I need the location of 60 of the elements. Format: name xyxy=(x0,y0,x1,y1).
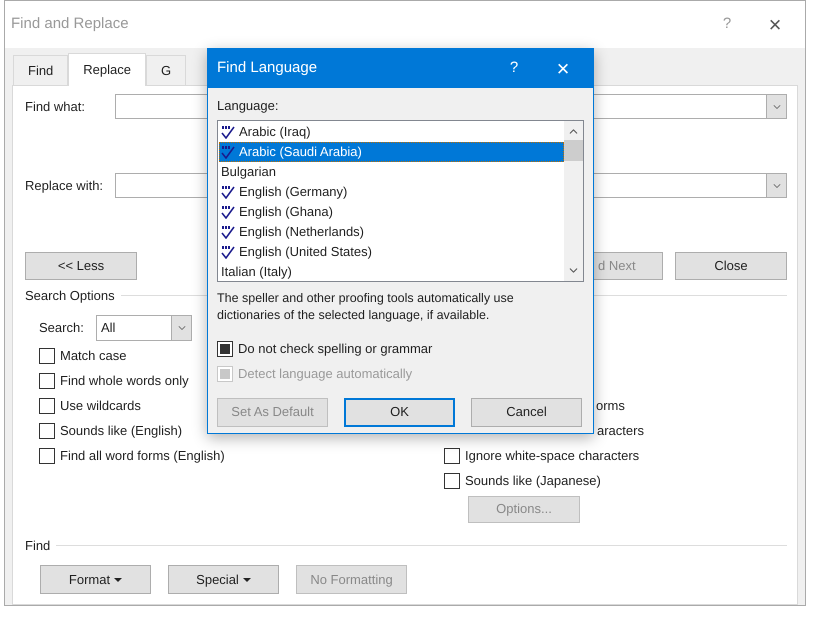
section-heading: Find xyxy=(25,536,50,554)
language-item[interactable]: Bulgarian xyxy=(219,162,564,182)
dialog-button[interactable]: Cancel xyxy=(471,398,582,426)
language-item[interactable]: Italian (Italy) xyxy=(219,262,564,282)
tab[interactable]: Replace xyxy=(68,53,146,86)
checkbox-label: Ignore white-space characters xyxy=(465,447,640,466)
spellcheck-icon xyxy=(221,184,236,198)
close-button[interactable]: × xyxy=(543,52,583,85)
search-select[interactable]: All xyxy=(96,314,192,340)
language-item[interactable]: Arabic (Iraq) xyxy=(219,122,564,142)
checkbox[interactable] xyxy=(39,373,55,389)
checkbox[interactable] xyxy=(39,398,55,414)
spellcheck-icon xyxy=(221,224,236,238)
language-list[interactable]: Arabic (Iraq) Arabic (Saudi Arabia) Bulgarian English (Germany) English (Ghana) English (Netherlands) English (United States) Italian (Italy) xyxy=(217,120,584,282)
checkbox-label: Sounds like (Japanese) xyxy=(465,472,601,490)
language-item[interactable]: Arabic (Saudi Arabia) xyxy=(219,142,564,162)
window-title: Find and Replace xyxy=(11,14,129,34)
note-text: The speller and other proofing tools automatically use dictionaries of the selected language, if available. xyxy=(217,290,515,324)
checkbox-label: Find all word forms (English) xyxy=(60,447,225,466)
caret-icon xyxy=(114,578,122,582)
checkbox[interactable] xyxy=(39,423,55,439)
checkbox[interactable] xyxy=(217,340,233,356)
field-label: Replace with: xyxy=(25,176,104,195)
scroll-thumb[interactable] xyxy=(564,140,583,160)
checkbox[interactable] xyxy=(444,473,460,489)
close-button[interactable]: × xyxy=(750,8,800,41)
language-item[interactable]: English (Germany) xyxy=(219,182,564,202)
list-label: Language: xyxy=(217,97,280,115)
help-button[interactable]: ? xyxy=(499,57,529,80)
spellcheck-icon xyxy=(221,244,236,258)
tab[interactable]: Find xyxy=(13,55,68,85)
field-label: Search: xyxy=(39,318,85,337)
format-menu-button[interactable]: Format xyxy=(40,565,151,594)
checkbox[interactable] xyxy=(39,348,55,364)
language-item[interactable]: English (Netherlands) xyxy=(219,222,564,242)
checkbox[interactable] xyxy=(444,448,460,464)
caret-icon xyxy=(242,578,251,582)
dialog-title: Find Language xyxy=(217,58,318,78)
less-button[interactable]: << Less xyxy=(25,252,137,280)
language-item[interactable]: English (Ghana) xyxy=(219,202,564,222)
checkbox-label: orms xyxy=(596,397,625,416)
spellcheck-icon xyxy=(221,144,236,158)
scrollbar[interactable] xyxy=(564,120,583,280)
section-heading: Search Options xyxy=(25,287,115,305)
dialog-button[interactable]: OK xyxy=(344,398,455,426)
checkbox-label: aracters xyxy=(597,422,644,440)
checkbox-label: Detect language automatically xyxy=(238,364,412,383)
language-item[interactable]: English (United States) xyxy=(219,242,564,262)
format-menu-button[interactable]: Special xyxy=(168,565,279,594)
tab[interactable]: G xyxy=(146,55,186,85)
checkbox-label: Match case xyxy=(60,347,126,366)
checkbox-label: Sounds like (English) xyxy=(60,422,182,440)
checkbox-label: Use wildcards xyxy=(60,397,141,416)
spellcheck-icon xyxy=(221,124,236,138)
checkbox-label: Find whole words only xyxy=(60,372,189,390)
spellcheck-icon xyxy=(221,204,236,218)
checkbox[interactable] xyxy=(39,448,55,464)
field-label: Find what: xyxy=(25,98,86,116)
close-dialog-button[interactable]: Close xyxy=(675,252,787,280)
checkbox-label: Do not check spelling or grammar xyxy=(238,340,432,358)
